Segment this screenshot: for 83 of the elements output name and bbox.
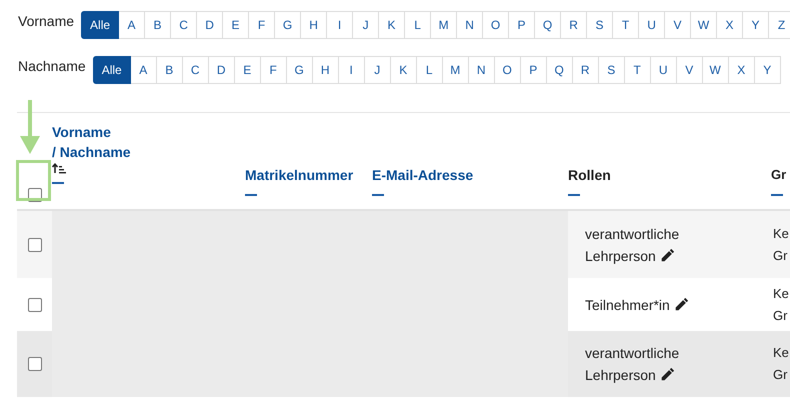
letter-button[interactable]: J bbox=[364, 56, 391, 84]
letter-button[interactable]: F bbox=[260, 56, 287, 84]
letter-button[interactable]: B bbox=[156, 56, 183, 84]
letter-button[interactable]: S bbox=[587, 11, 614, 39]
letter-button[interactable]: C bbox=[171, 11, 198, 39]
column-header: Gr bbox=[771, 166, 786, 184]
letter-button[interactable]: N bbox=[468, 56, 495, 84]
letter-button[interactable]: M bbox=[431, 11, 458, 39]
pencil-icon bbox=[660, 367, 675, 382]
letter-button[interactable]: Z bbox=[769, 11, 790, 39]
letter-button[interactable]: W bbox=[702, 56, 729, 84]
column-header-link[interactable]: E-Mail-Adresse bbox=[372, 165, 474, 185]
letter-button[interactable]: H bbox=[312, 56, 339, 84]
table-cell-text: Gr bbox=[773, 246, 788, 264]
table-cell-text: Ke bbox=[773, 344, 789, 362]
letter-button[interactable]: M bbox=[442, 56, 469, 84]
column-header: Rollen bbox=[568, 166, 611, 185]
letter-button[interactable]: D bbox=[208, 56, 235, 84]
letter-button[interactable]: O bbox=[483, 11, 510, 39]
filter-label: Nachname bbox=[18, 58, 86, 74]
role-text: Teilnehmer*in bbox=[585, 294, 735, 316]
sort-ascending-icon bbox=[52, 163, 66, 174]
letter-button[interactable]: R bbox=[572, 56, 599, 84]
letter-button[interactable]: K bbox=[379, 11, 406, 39]
letter-button[interactable]: I bbox=[338, 56, 365, 84]
checkbox[interactable] bbox=[28, 357, 42, 371]
letter-button[interactable]: E bbox=[223, 11, 250, 39]
letter-button[interactable]: T bbox=[624, 56, 651, 84]
letter-button[interactable]: U bbox=[650, 56, 677, 84]
letter-button[interactable]: A bbox=[119, 11, 146, 39]
letter-button[interactable]: J bbox=[353, 11, 380, 39]
letter-button[interactable]: S bbox=[598, 56, 625, 84]
letter-button[interactable]: Q bbox=[546, 56, 573, 84]
role-text: verantwortliche Lehrperson bbox=[585, 344, 680, 385]
pencil-icon bbox=[674, 296, 689, 312]
filter-dash-icon[interactable] bbox=[568, 194, 580, 196]
letter-button[interactable]: V bbox=[676, 56, 703, 84]
letter-button[interactable]: U bbox=[639, 11, 666, 39]
column-header-link[interactable]: / Nachname bbox=[52, 142, 131, 162]
letter-button[interactable]: E bbox=[234, 56, 261, 84]
letter-button[interactable]: Q bbox=[535, 11, 562, 39]
filter-label: Vorname bbox=[18, 13, 74, 29]
letter-button[interactable]: D bbox=[197, 11, 224, 39]
role-text: verantwortliche Lehrperson bbox=[585, 224, 680, 266]
letter-button[interactable]: X bbox=[728, 56, 755, 84]
letter-button[interactable]: F bbox=[249, 11, 276, 39]
table-cell-text: Gr bbox=[773, 366, 788, 384]
table-cell-text: Ke bbox=[773, 224, 789, 242]
letter-button[interactable]: V bbox=[665, 11, 692, 39]
filter-dash-icon[interactable] bbox=[372, 194, 384, 196]
table-cell-text: Ke bbox=[773, 284, 789, 302]
down-arrow-icon bbox=[20, 100, 40, 154]
letter-button[interactable]: Y bbox=[754, 56, 781, 84]
letter-button[interactable]: W bbox=[691, 11, 718, 39]
column-header-link[interactable]: Matrikelnummer bbox=[245, 165, 354, 185]
checkbox[interactable] bbox=[28, 298, 42, 312]
letter-button[interactable]: B bbox=[145, 11, 172, 39]
letter-button[interactable]: L bbox=[405, 11, 432, 39]
filter-dash-icon[interactable] bbox=[245, 194, 257, 196]
filter-dash-icon[interactable] bbox=[771, 194, 783, 196]
letter-button[interactable]: P bbox=[520, 56, 547, 84]
letter-button[interactable]: G bbox=[275, 11, 302, 39]
letter-button[interactable]: P bbox=[509, 11, 536, 39]
letter-button[interactable]: T bbox=[613, 11, 640, 39]
letter-button[interactable]: H bbox=[301, 11, 328, 39]
letter-button[interactable]: Y bbox=[743, 11, 770, 39]
letter-button[interactable]: G bbox=[286, 56, 313, 84]
table-cell-text: Gr bbox=[773, 306, 788, 324]
letter-button[interactable]: L bbox=[416, 56, 443, 84]
letter-button[interactable]: Alle bbox=[81, 11, 120, 39]
letter-button[interactable]: O bbox=[494, 56, 521, 84]
letter-button[interactable]: I bbox=[327, 11, 354, 39]
letter-button[interactable]: R bbox=[561, 11, 588, 39]
pencil-icon bbox=[660, 248, 675, 262]
letter-button[interactable]: C bbox=[182, 56, 209, 84]
filter-dash-icon[interactable] bbox=[52, 182, 64, 184]
letter-button[interactable]: A bbox=[130, 56, 157, 84]
letter-button[interactable]: N bbox=[457, 11, 484, 39]
letter-button[interactable]: X bbox=[717, 11, 744, 39]
column-header-link[interactable]: Vorname bbox=[52, 122, 111, 142]
checkbox[interactable] bbox=[28, 238, 42, 252]
letter-button[interactable]: K bbox=[390, 56, 417, 84]
letter-button[interactable]: Alle bbox=[92, 56, 131, 84]
